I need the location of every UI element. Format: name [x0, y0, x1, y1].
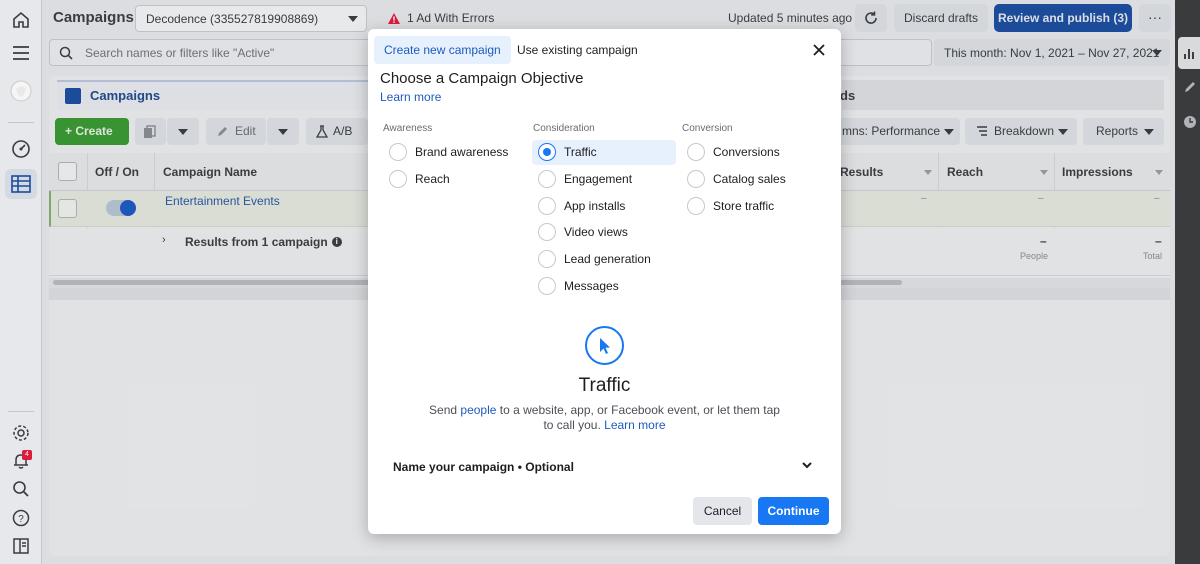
radio-button[interactable] [687, 197, 705, 215]
continue-button[interactable]: Continue [758, 497, 829, 525]
radio-button[interactable] [687, 143, 705, 161]
radio-button-selected[interactable] [538, 143, 556, 161]
right-side-strip [1175, 0, 1200, 564]
objective-lead-generation[interactable]: Lead generation [532, 247, 676, 272]
radio-button[interactable] [389, 143, 407, 161]
objective-group-conversion: Conversion [682, 123, 733, 134]
objective-label: Catalog sales [713, 172, 786, 186]
radio-button[interactable] [389, 170, 407, 188]
learn-more-link[interactable]: Learn more [604, 418, 665, 432]
objective-brand-awareness[interactable]: Brand awareness [383, 140, 527, 165]
cursor-icon [585, 326, 624, 365]
cancel-button[interactable]: Cancel [693, 497, 752, 525]
pencil-icon[interactable] [1183, 80, 1197, 94]
objective-label: Conversions [713, 145, 780, 159]
charts-panel-tab[interactable] [1178, 37, 1200, 69]
objective-detail-title: Traffic [578, 375, 631, 396]
objective-engagement[interactable]: Engagement [532, 167, 676, 192]
objective-video-views[interactable]: Video views [532, 220, 676, 245]
objective-detail-description: Send people to a website, app, or Facebo… [424, 403, 785, 433]
objective-label: Traffic [564, 145, 597, 159]
name-your-campaign-section[interactable]: Name your campaign • Optional [393, 460, 574, 474]
radio-button[interactable] [538, 170, 556, 188]
radio-button[interactable] [687, 170, 705, 188]
objective-label: Messages [564, 279, 619, 293]
tab-create-new-campaign[interactable]: Create new campaign [374, 36, 511, 64]
campaign-objective-dialog: Create new campaign Use existing campaig… [368, 29, 841, 534]
tab-use-existing-campaign[interactable]: Use existing campaign [507, 36, 648, 64]
objective-label: Lead generation [564, 252, 651, 266]
close-icon[interactable] [809, 40, 829, 60]
chevron-down-icon[interactable] [801, 459, 813, 471]
objective-reach[interactable]: Reach [383, 167, 527, 192]
bar-chart-icon [1184, 49, 1194, 59]
description-text: Send [429, 403, 461, 417]
objective-messages[interactable]: Messages [532, 274, 676, 299]
objective-label: App installs [564, 199, 626, 213]
objective-label: Store traffic [713, 199, 775, 213]
radio-button[interactable] [538, 277, 556, 295]
objective-group-awareness: Awareness [383, 123, 433, 134]
dialog-title: Choose a Campaign Objective [380, 70, 584, 87]
objective-traffic[interactable]: Traffic [532, 140, 676, 165]
objective-catalog-sales[interactable]: Catalog sales [681, 167, 825, 192]
clock-icon[interactable] [1183, 115, 1197, 129]
objective-label: Brand awareness [415, 145, 509, 159]
objective-conversions[interactable]: Conversions [681, 140, 825, 165]
objective-app-installs[interactable]: App installs [532, 194, 676, 219]
radio-button[interactable] [538, 223, 556, 241]
people-link[interactable]: people [460, 403, 496, 417]
learn-more-link[interactable]: Learn more [380, 90, 441, 104]
objective-label: Video views [564, 225, 628, 239]
radio-button[interactable] [538, 197, 556, 215]
objective-store-traffic[interactable]: Store traffic [681, 194, 825, 219]
objective-group-consideration: Consideration [533, 123, 595, 134]
radio-button[interactable] [538, 250, 556, 268]
objective-label: Engagement [564, 172, 633, 186]
objective-label: Reach [415, 172, 450, 186]
